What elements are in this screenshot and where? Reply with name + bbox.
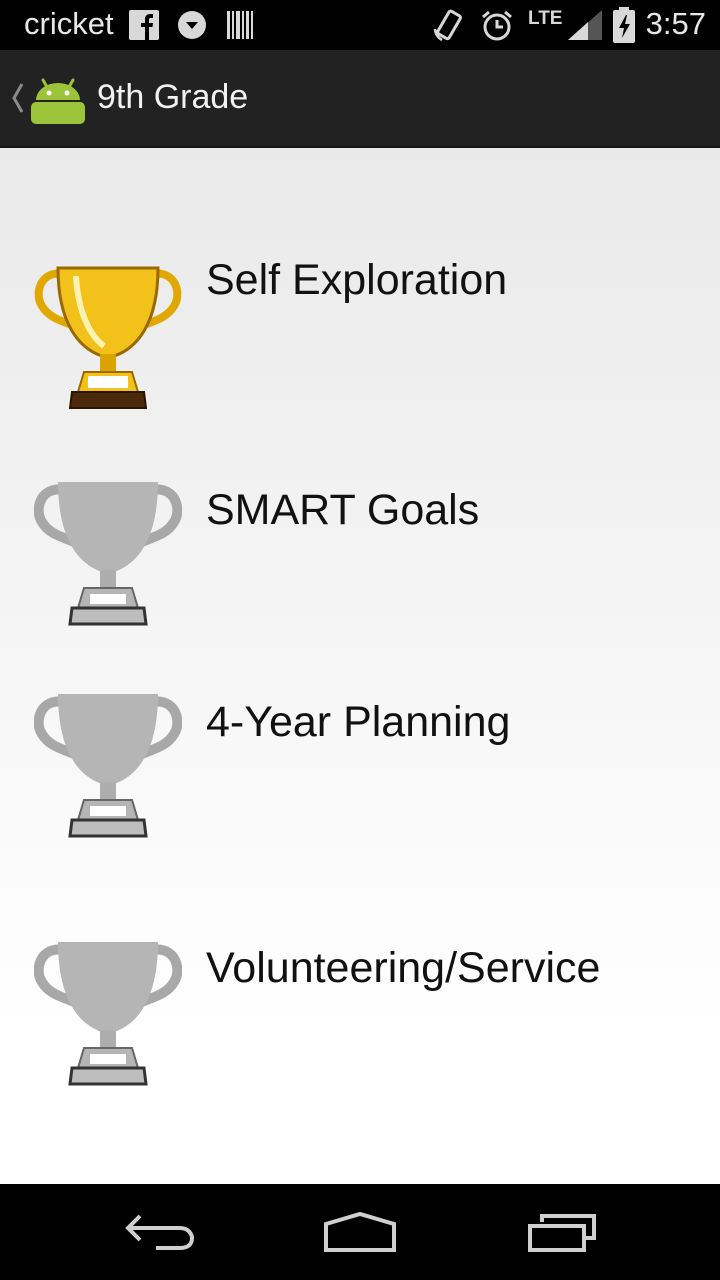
- back-icon[interactable]: [122, 1208, 198, 1256]
- facebook-icon: [129, 10, 159, 40]
- carrier-name: cricket: [24, 6, 114, 41]
- list-item-label: Volunteering/Service: [206, 944, 601, 992]
- gray-trophy-icon: [34, 482, 182, 626]
- list-item-volunteering-service[interactable]: Volunteering/Service: [0, 932, 720, 1102]
- gold-trophy-icon: [34, 266, 182, 409]
- navigation-bar: [0, 1184, 720, 1280]
- battery-icon: [613, 7, 635, 43]
- list-item-label: Self Exploration: [206, 256, 508, 304]
- alarm-icon: [482, 10, 512, 41]
- list-item-smart-goals[interactable]: SMART Goals: [0, 472, 720, 642]
- up-navigation-icon[interactable]: [8, 80, 26, 116]
- status-bar: cricket LTE 3:57: [0, 0, 720, 50]
- list-item-self-exploration[interactable]: Self Exploration: [0, 256, 720, 426]
- list-item-label: SMART Goals: [206, 486, 480, 534]
- action-bar: 9th Grade: [0, 50, 720, 148]
- home-icon[interactable]: [320, 1208, 400, 1256]
- signal-icon: [568, 10, 602, 40]
- network-type: LTE: [528, 8, 563, 29]
- page-title: 9th Grade: [97, 78, 249, 116]
- gray-trophy-icon: [34, 694, 182, 838]
- android-icon[interactable]: [30, 70, 86, 126]
- gray-trophy-icon: [34, 942, 182, 1086]
- clock: 3:57: [645, 6, 706, 41]
- messenger-icon: [178, 11, 206, 39]
- list-item-4-year-planning[interactable]: 4-Year Planning: [0, 686, 720, 856]
- rotate-icon: [433, 9, 462, 42]
- list-item-label: 4-Year Planning: [206, 698, 511, 746]
- barcode-icon: [227, 11, 253, 39]
- recents-icon[interactable]: [524, 1208, 600, 1256]
- achievement-list: Self Exploration SMART Goals 4-Year Plan…: [0, 148, 720, 1184]
